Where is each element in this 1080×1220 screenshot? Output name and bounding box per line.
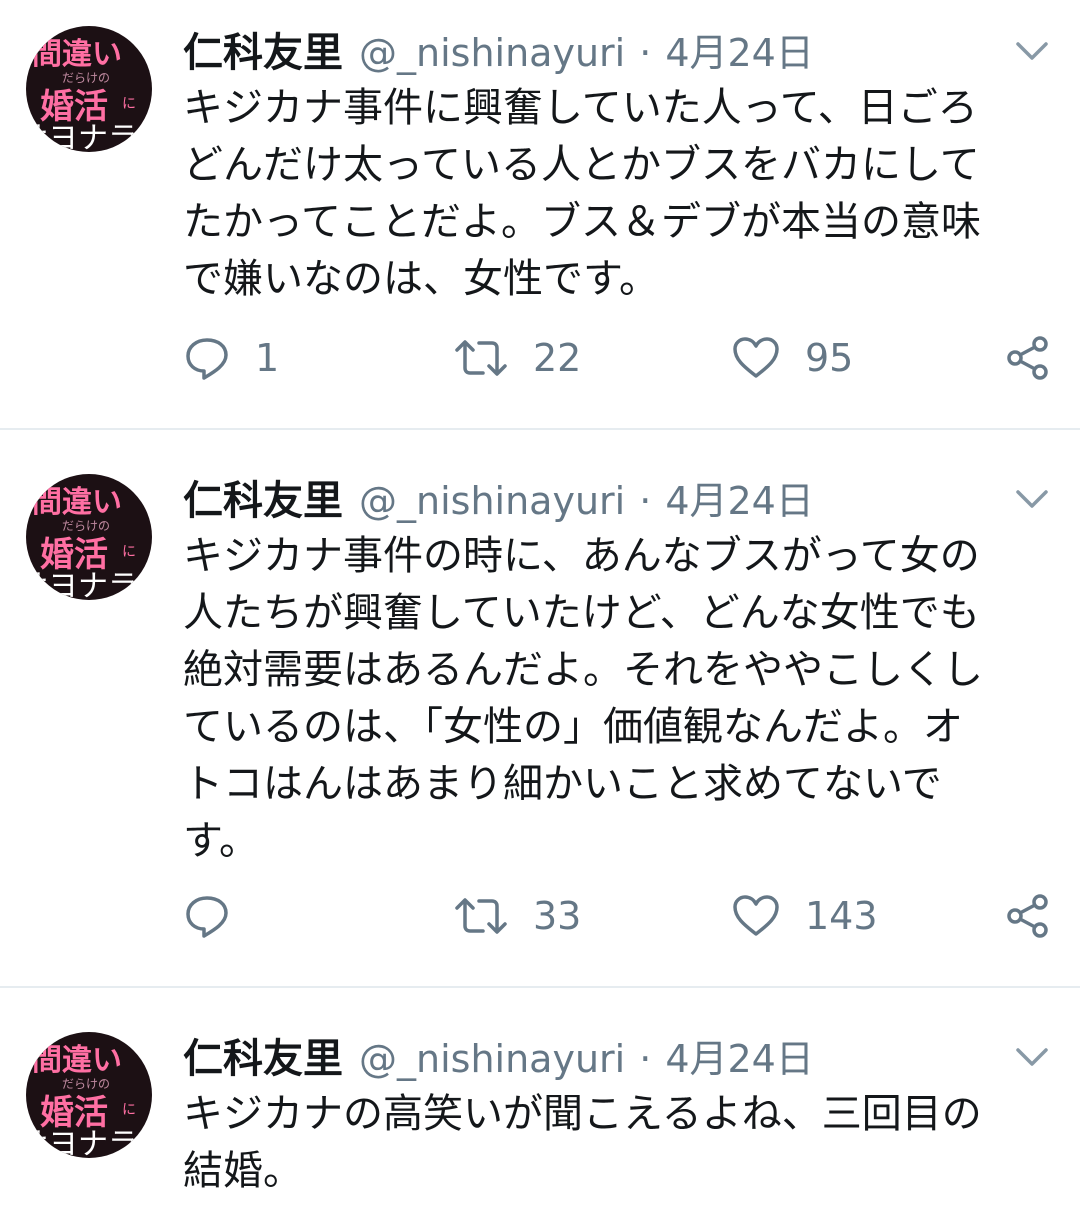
avatar[interactable]: 間違い だらけの 婚活 に サヨナラ	[26, 26, 152, 152]
share-button[interactable]	[1003, 886, 1051, 946]
tweet-date[interactable]: 4月24日	[665, 1028, 814, 1083]
retweet-button[interactable]: 22	[453, 328, 581, 388]
chevron-down-icon[interactable]	[1012, 1042, 1052, 1072]
separator-dot: ·	[639, 479, 652, 523]
reply-button[interactable]: 1	[183, 328, 279, 388]
tweet-header: 仁科友里 @_nishinayuri · 4月24日	[183, 1026, 814, 1086]
like-button[interactable]: 95	[731, 328, 853, 388]
retweet-count: 22	[533, 336, 582, 380]
chevron-down-icon[interactable]	[1012, 36, 1052, 66]
retweet-icon	[455, 340, 507, 376]
display-name[interactable]: 仁科友里	[183, 468, 343, 526]
tweet-divider	[0, 986, 1080, 988]
avatar[interactable]: 間違い だらけの 婚活 に サヨナラ	[26, 1032, 152, 1158]
retweet-count: 33	[533, 894, 582, 938]
tweet-divider	[0, 428, 1080, 430]
user-handle[interactable]: @_nishinayuri	[359, 479, 625, 523]
reply-button[interactable]	[183, 886, 255, 946]
avatar-line3-small: に	[122, 1102, 136, 1118]
tweet-text: キジカナ事件の時に、あんなブスがって女の 人たちが興奮していたけど、どんな女性で…	[183, 533, 983, 864]
share-icon	[1007, 894, 1048, 938]
user-handle[interactable]: @_nishinayuri	[359, 1037, 625, 1081]
avatar-line1: 間違い	[32, 37, 122, 72]
avatar[interactable]: 間違い だらけの 婚活 に サヨナラ	[26, 474, 152, 600]
separator-dot: ·	[639, 31, 652, 75]
tweet-actions: 1 22 95	[183, 328, 1063, 388]
heart-icon	[733, 337, 779, 378]
tweet-date[interactable]: 4月24日	[665, 470, 814, 525]
avatar-line2: だらけの	[62, 1077, 110, 1091]
avatar-line1: 間違い	[32, 1043, 122, 1078]
tweet-text: キジカナの高笑いが聞こえるよね、三回目の 結婚。	[183, 1091, 982, 1194]
like-count: 143	[805, 894, 878, 938]
tweet-header: 仁科友里 @_nishinayuri · 4月24日	[183, 20, 814, 80]
like-count: 95	[805, 336, 854, 380]
tweet-date[interactable]: 4月24日	[665, 22, 814, 77]
avatar-line1: 間違い	[32, 485, 122, 520]
retweet-button[interactable]: 33	[453, 886, 581, 946]
avatar-line2: だらけの	[62, 71, 110, 85]
reply-count: 1	[255, 336, 280, 380]
avatar-line2: だらけの	[62, 519, 110, 533]
avatar-line3-small: に	[122, 96, 136, 112]
like-button[interactable]: 143	[731, 886, 878, 946]
tweet[interactable]: 間違い だらけの 婚活 に サヨナラ 仁科友里 @_nishinayuri · …	[0, 448, 1080, 986]
tweet[interactable]: 間違い だらけの 婚活 に サヨナラ 仁科友里 @_nishinayuri · …	[0, 0, 1080, 428]
reply-icon	[186, 338, 228, 380]
tweet[interactable]: 間違い だらけの 婚活 に サヨナラ 仁科友里 @_nishinayuri · …	[0, 1006, 1080, 1220]
avatar-line4: サヨナラ	[26, 1127, 138, 1158]
user-handle[interactable]: @_nishinayuri	[359, 31, 625, 75]
heart-icon	[733, 895, 779, 936]
tweet-text: キジカナ事件に興奮していた人って、日ごろ どんだけ太っている人とかブスをバカにし…	[183, 85, 981, 302]
display-name[interactable]: 仁科友里	[183, 1026, 343, 1084]
tweet-actions: 33 143	[183, 886, 1063, 946]
retweet-icon	[455, 898, 507, 934]
avatar-line4: サヨナラ	[26, 569, 138, 600]
chevron-down-icon[interactable]	[1012, 484, 1052, 514]
tweet-header: 仁科友里 @_nishinayuri · 4月24日	[183, 468, 814, 528]
reply-icon	[186, 896, 228, 938]
display-name[interactable]: 仁科友里	[183, 20, 343, 78]
share-button[interactable]	[1003, 328, 1051, 388]
avatar-line3-small: に	[122, 544, 136, 560]
separator-dot: ·	[639, 1037, 652, 1081]
share-icon	[1007, 336, 1048, 380]
avatar-line4: サヨナラ	[26, 121, 138, 152]
